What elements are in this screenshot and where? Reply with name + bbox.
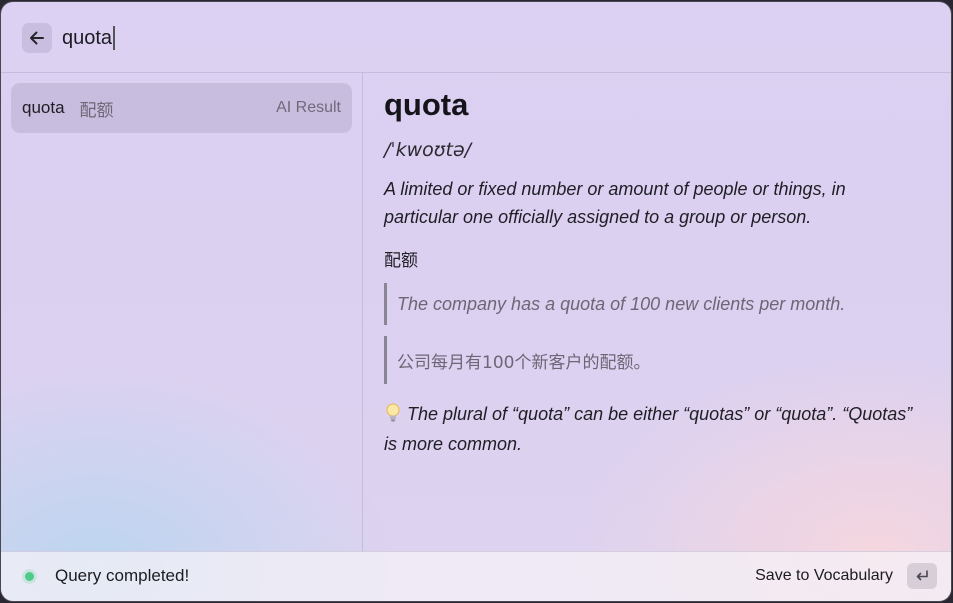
example-zh-text: 公司每月有100个新客户的配额。 <box>397 352 651 373</box>
status-text: Query completed! <box>55 566 190 585</box>
result-source-tag: AI Result <box>276 99 341 116</box>
example-sentence-zh: 公司每月有100个新客户的配额。 <box>384 336 650 384</box>
return-key-icon <box>916 570 928 581</box>
text-caret <box>113 26 116 50</box>
entry-translation: 配额 <box>384 251 418 271</box>
status-indicator-dot <box>25 572 34 581</box>
entry-phonetic: /ˈkwoʊtə/ <box>384 139 472 161</box>
entry-definition: A limited or fixed number or amount of p… <box>384 179 846 227</box>
search-input[interactable]: quota <box>62 22 116 54</box>
lightbulb-icon <box>386 403 400 422</box>
app-window: quota quota 配额 AI Result quota /ˈkwoʊtə/… <box>1 2 951 601</box>
usage-tip-text: The plural of “quota” can be either “quo… <box>384 404 913 454</box>
example-sentence-en: The company has a quota of 100 new clien… <box>384 283 845 325</box>
search-header: quota <box>1 2 951 73</box>
example-en-text: The company has a quota of 100 new clien… <box>397 293 846 314</box>
entry-word-title: quota <box>384 87 469 122</box>
list-item[interactable]: quota 配额 AI Result <box>11 83 352 133</box>
result-translation: 配额 <box>79 100 114 121</box>
back-button[interactable] <box>22 23 52 53</box>
save-to-vocabulary-button[interactable]: Save to Vocabulary <box>755 567 893 585</box>
status-bar: Query completed! Save to Vocabulary <box>1 551 951 601</box>
result-word: quota <box>22 98 65 117</box>
usage-tip: The plural of “quota” can be either “quo… <box>384 399 914 459</box>
arrow-left-icon <box>30 31 44 45</box>
search-input-value: quota <box>62 26 113 49</box>
enter-shortcut-button[interactable] <box>907 563 937 589</box>
entry-detail: quota /ˈkwoʊtə/ A limited or fixed numbe… <box>363 73 951 551</box>
results-list: quota 配额 AI Result <box>1 73 363 551</box>
